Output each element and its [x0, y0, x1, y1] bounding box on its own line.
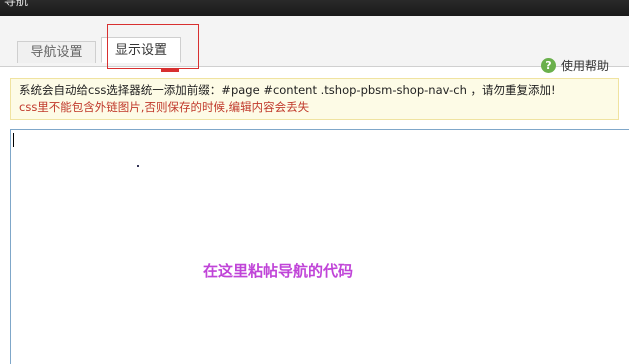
help-link[interactable]: ? 使用帮助 [540, 56, 609, 74]
tab-display-settings[interactable]: 显示设置 [101, 37, 181, 63]
tab-bar: 导航设置 显示设置 ? 使用帮助 [0, 16, 629, 73]
title-bar: 导航 [0, 0, 629, 16]
help-label: 使用帮助 [560, 58, 609, 73]
notice-warning: css里不能包含外链图片,否则保存的时候,编辑内容会丢失 [19, 100, 310, 114]
notice-box: 系统会自动给css选择器统一添加前缀：#page #content .tshop… [10, 78, 619, 120]
text-caret [13, 133, 14, 147]
notice-prefix-info: 系统会自动给css选择器统一添加前缀：#page #content .tshop… [19, 83, 556, 97]
editor-hint: 在这里粘帖导航的代码 [203, 262, 354, 280]
question-circle-icon: ? [540, 57, 556, 73]
stray-dot [137, 165, 139, 167]
window-title: 导航 [4, 0, 29, 8]
highlight-annotation-underline [161, 69, 179, 72]
css-editor[interactable]: 在这里粘帖导航的代码 [10, 129, 629, 364]
tab-nav-settings[interactable]: 导航设置 [17, 41, 96, 63]
